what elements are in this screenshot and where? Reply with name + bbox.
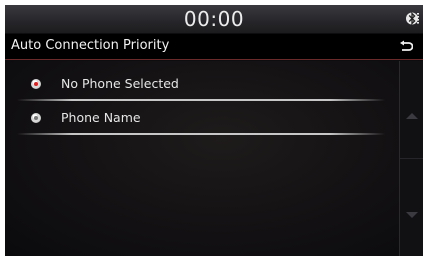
scroll-up-button[interactable] xyxy=(400,61,423,159)
scrollbar[interactable] xyxy=(399,61,423,256)
bluetooth-icon xyxy=(406,11,419,26)
divider xyxy=(17,133,385,135)
list-item-label: No Phone Selected xyxy=(61,76,179,91)
page-title: Auto Connection Priority xyxy=(11,38,170,53)
title-bar: Auto Connection Priority xyxy=(5,34,423,60)
list-item-label: Phone Name xyxy=(61,110,141,125)
back-arrow-icon[interactable] xyxy=(399,39,413,53)
status-bar: 00:00 xyxy=(5,5,423,33)
radio-selected-icon[interactable] xyxy=(31,79,41,89)
phone-list: No Phone Selected Phone Name xyxy=(5,61,399,256)
list-item-no-phone[interactable]: No Phone Selected xyxy=(5,67,399,101)
clock: 00:00 xyxy=(183,7,245,31)
scroll-down-icon xyxy=(406,212,418,218)
scroll-down-button[interactable] xyxy=(400,159,423,256)
list-item-phone-name[interactable]: Phone Name xyxy=(5,101,399,135)
radio-unselected-icon[interactable] xyxy=(31,113,41,123)
head-unit-screen: 00:00 Auto Connection Priority No Phone … xyxy=(5,5,423,256)
scroll-up-icon xyxy=(406,113,418,119)
